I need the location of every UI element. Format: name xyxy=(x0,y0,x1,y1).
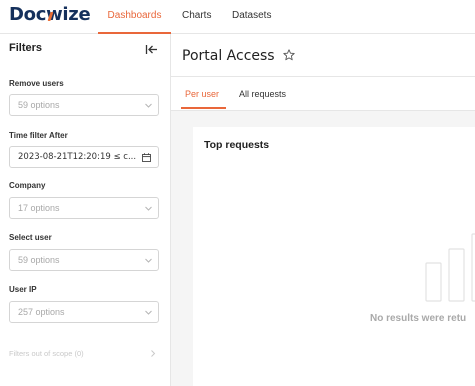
filter-label-select-user: Select user xyxy=(9,233,52,242)
collapse-left-icon[interactable] xyxy=(145,43,158,56)
company-select[interactable]: 17 options xyxy=(9,197,159,219)
chart-title: Top requests xyxy=(204,139,270,151)
chevron-right-icon[interactable] xyxy=(150,350,156,357)
docwize-logo[interactable]: Docwize xyxy=(9,4,91,25)
chevron-down-icon xyxy=(145,103,152,108)
filters-sidebar: Filters Remove users 59 options Time fil… xyxy=(0,34,171,386)
page-title: Portal Access xyxy=(182,48,275,64)
chevron-down-icon xyxy=(145,206,152,211)
chevron-down-icon xyxy=(145,258,152,263)
top-navbar: Docwize Dashboards Charts Datasets xyxy=(0,0,475,34)
chevron-down-icon xyxy=(145,310,152,315)
empty-chart-icon xyxy=(425,233,475,302)
chart-card-top-requests: Top requests No results were retu xyxy=(193,127,475,386)
tab-per-user[interactable]: Per user xyxy=(185,89,219,99)
filter-label-user-ip: User IP xyxy=(9,285,37,294)
tab-charts[interactable]: Charts xyxy=(182,0,211,34)
title-divider xyxy=(171,76,475,77)
tab-dashboards[interactable]: Dashboards xyxy=(98,0,171,34)
tab-datasets[interactable]: Datasets xyxy=(232,0,271,34)
calendar-icon xyxy=(142,153,151,162)
remove-users-select[interactable]: 59 options xyxy=(9,94,159,116)
empty-state-text: No results were retu xyxy=(370,313,467,324)
select-user-select[interactable]: 59 options xyxy=(9,249,159,271)
filter-label-time: Time filter After xyxy=(9,131,68,140)
dashboard-main: Portal Access Per user All requests Top … xyxy=(171,34,475,386)
tab-all-requests[interactable]: All requests xyxy=(239,89,286,99)
filter-label-remove-users: Remove users xyxy=(9,79,64,88)
filters-title: Filters xyxy=(9,42,43,54)
remove-users-value: 59 options xyxy=(18,100,60,110)
filters-out-of-scope[interactable]: Filters out of scope (0) xyxy=(9,349,84,358)
company-value: 17 options xyxy=(18,203,60,213)
user-ip-value: 257 options xyxy=(18,307,65,317)
time-filter-input[interactable]: 2023-08-21T12:20:19 ≤ c... xyxy=(9,146,159,168)
user-ip-select[interactable]: 257 options xyxy=(9,301,159,323)
time-filter-value: 2023-08-21T12:20:19 ≤ c... xyxy=(18,152,137,162)
filter-label-company: Company xyxy=(9,181,46,190)
star-icon[interactable] xyxy=(283,49,295,61)
select-user-value: 59 options xyxy=(18,255,60,265)
active-tab-indicator xyxy=(181,107,226,109)
